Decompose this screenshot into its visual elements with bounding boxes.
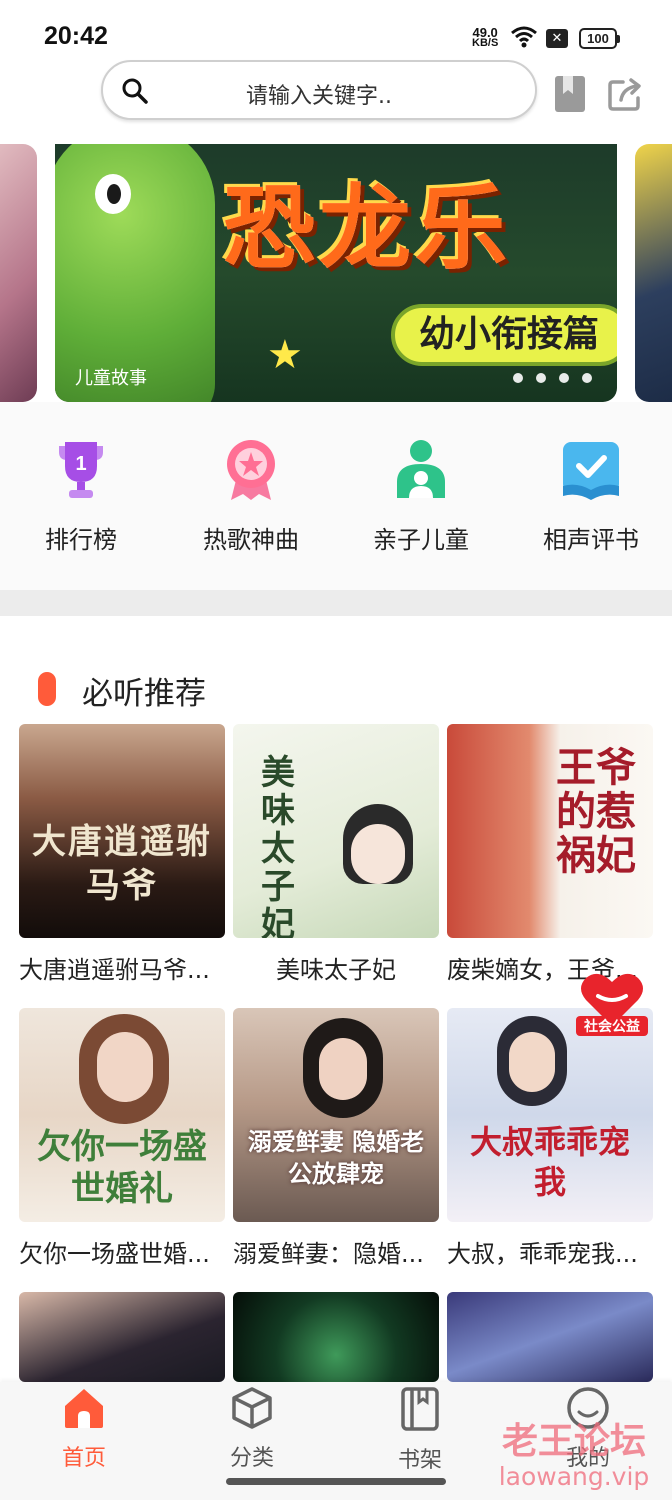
search-bar[interactable]: 请输入关键字.. (101, 60, 537, 120)
book-card[interactable]: 大叔乖乖宠我 大叔，乖乖宠我... (447, 1008, 653, 1269)
book-cover-title: 溺爱鲜妻 隐婚老公放肆宠 (247, 1127, 425, 1188)
wifi-icon (511, 26, 537, 48)
book-check-icon (563, 442, 619, 500)
battery-icon: 100 (579, 28, 620, 49)
cover-figure-face (319, 1038, 367, 1100)
book-cover[interactable]: 欠你一场盛世婚礼 (19, 1008, 225, 1222)
bookshelf-icon (401, 1387, 439, 1431)
cover-figure-face (97, 1032, 153, 1102)
section-divider (0, 590, 672, 616)
status-bar: 20:42 49.0 KB/S ✕ 100 (0, 0, 672, 60)
quick-item-label: 排行榜 (45, 526, 117, 554)
banner-slide[interactable]: 恐龙乐 幼小衔接篇 ★ 儿童故事 (55, 144, 617, 402)
banner-title: 恐龙乐 (223, 175, 512, 282)
book-cover[interactable]: 大唐逍遥驸马爷 (19, 724, 225, 938)
notification-x-icon: ✕ (546, 29, 568, 48)
book-cover[interactable]: 王爷的惹祸妃 (447, 724, 653, 938)
dinosaur-eye (95, 174, 131, 214)
carousel-dot (582, 373, 592, 383)
banner-prev-slide[interactable] (0, 144, 37, 402)
book-cover-title: 大唐逍遥驸马爷 (32, 822, 212, 906)
book-cover[interactable]: 大叔乖乖宠我 (447, 1008, 653, 1222)
nav-item-home[interactable]: 首页 (34, 1386, 134, 1472)
battery-level: 100 (587, 31, 609, 46)
cube-icon (232, 1387, 272, 1429)
book-card[interactable]: 王爷的惹祸妃 废柴嫡女，王爷... (447, 724, 653, 985)
parent-child-icon (397, 440, 445, 498)
bottom-nav: 首页 分类 书架 我的 老王论坛 laowang.vip (0, 1382, 672, 1500)
nav-item-bookshelf[interactable]: 书架 (370, 1386, 470, 1474)
book-cover[interactable]: 溺爱鲜妻 隐婚老公放肆宠 (233, 1008, 439, 1222)
quick-item-label: 相声评书 (543, 526, 639, 554)
nav-item-category[interactable]: 分类 (202, 1386, 302, 1472)
book-cover-title: 王爷的惹祸妃 (556, 744, 636, 879)
charity-badge[interactable]: 社会公益 (572, 966, 652, 1036)
book-title: 欠你一场盛世婚... (19, 1240, 210, 1268)
nav-label: 书架 (397, 1448, 442, 1473)
book-cover-title: 美味太子妃 (261, 753, 295, 938)
watermark: 老王论坛 laowang.vip (486, 1412, 662, 1491)
carousel-dot (559, 373, 569, 383)
search-placeholder[interactable]: 请输入关键字.. (103, 78, 535, 110)
network-speed: 49.0 KB/S (472, 26, 499, 49)
section-title: 必听推荐 (82, 676, 206, 712)
bookmark-icon[interactable] (553, 74, 587, 114)
charity-badge-label: 社会公益 (583, 1018, 640, 1035)
watermark-line1: 老王论坛 (501, 1420, 646, 1462)
book-title: 溺爱鲜妻：隐婚... (233, 1240, 424, 1268)
carousel-indicator (513, 368, 605, 387)
book-card[interactable] (233, 1292, 439, 1382)
book-cover[interactable]: 美味太子妃 (233, 724, 439, 938)
watermark-line2: laowang.vip (498, 1462, 650, 1491)
medal-icon (227, 440, 275, 500)
quick-item-crosstalk[interactable]: 相声评书 (516, 438, 666, 555)
home-icon (65, 1389, 103, 1428)
header: 请输入关键字.. (0, 60, 672, 144)
book-card[interactable] (447, 1292, 653, 1382)
cover-figure-face (509, 1032, 555, 1092)
share-icon[interactable] (607, 76, 645, 112)
book-card[interactable]: 大唐逍遥驸马爷 大唐逍遥驸马爷... (19, 724, 225, 985)
book-card[interactable] (19, 1292, 225, 1382)
nav-label: 分类 (229, 1446, 274, 1471)
quick-item-label: 亲子儿童 (373, 526, 469, 554)
carousel-dot (536, 373, 546, 383)
quick-menu: 1 排行榜 热歌神曲 亲子儿童 相声评书 (0, 402, 672, 590)
book-card[interactable]: 欠你一场盛世婚礼 欠你一场盛世婚... (19, 1008, 225, 1269)
quick-item-label: 热歌神曲 (203, 526, 299, 554)
book-cover-title: 欠你一场盛世婚礼 (37, 1127, 207, 1209)
status-time: 20:42 (44, 22, 108, 50)
home-indicator[interactable] (226, 1478, 446, 1485)
book-title: 大叔，乖乖宠我... (447, 1240, 638, 1268)
section-accent-bar (38, 672, 56, 706)
book-cover[interactable] (19, 1292, 225, 1382)
star-icon: ★ (267, 332, 303, 378)
book-cover-title: 大叔乖乖宠我 (469, 1123, 630, 1201)
svg-text:1: 1 (75, 453, 86, 475)
book-cover[interactable] (447, 1292, 653, 1382)
book-cover[interactable] (233, 1292, 439, 1382)
quick-item-ranking[interactable]: 1 排行榜 (6, 438, 156, 555)
book-card[interactable]: 溺爱鲜妻 隐婚老公放肆宠 溺爱鲜妻：隐婚... (233, 1008, 439, 1269)
network-speed-unit: KB/S (472, 37, 499, 49)
banner-category-tag: 儿童故事 (75, 368, 147, 389)
quick-item-parent-child[interactable]: 亲子儿童 (346, 438, 496, 555)
banner-next-slide[interactable] (635, 144, 672, 402)
trophy-icon: 1 (59, 442, 103, 498)
nav-label: 首页 (61, 1446, 106, 1471)
cover-figure-face (351, 824, 405, 884)
book-title: 美味太子妃 (276, 956, 396, 984)
quick-item-hot-songs[interactable]: 热歌神曲 (176, 438, 326, 555)
book-title: 大唐逍遥驸马爷... (19, 956, 210, 984)
banner-subtitle: 幼小衔接篇 (391, 304, 617, 366)
book-card[interactable]: 美味太子妃 美味太子妃 (233, 724, 439, 985)
carousel-dot (513, 373, 523, 383)
banner-carousel[interactable]: 恐龙乐 幼小衔接篇 ★ 儿童故事 (0, 144, 672, 402)
